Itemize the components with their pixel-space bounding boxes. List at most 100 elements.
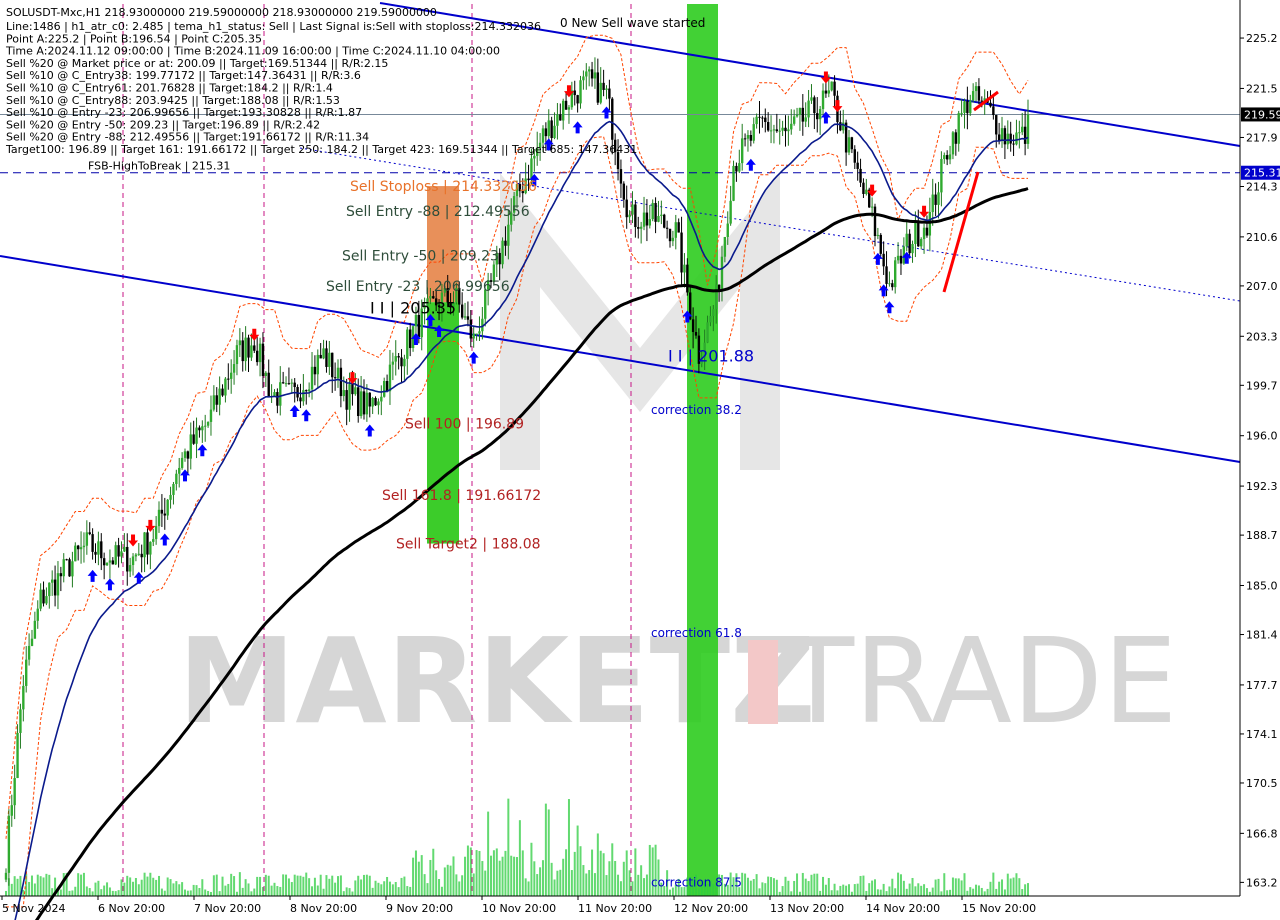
point-c-label: I I | 205.35 [370, 298, 456, 317]
volume-bar [746, 877, 749, 896]
volume-bar [461, 875, 464, 896]
volume-bar [391, 884, 394, 896]
candle-body [331, 352, 334, 378]
volume-bar [94, 882, 97, 896]
candle-body [997, 134, 1001, 141]
candle-body [238, 340, 242, 346]
candle-body [720, 256, 724, 290]
candle-body [576, 95, 579, 104]
candle-body [232, 364, 236, 373]
volume-bar [464, 856, 467, 896]
candle-body [166, 499, 169, 516]
volume-bar [946, 890, 949, 896]
volume-bar [787, 880, 790, 896]
candle-body [810, 97, 813, 101]
volume-bar [550, 862, 553, 896]
volume-bar [917, 883, 920, 896]
candle-body [154, 526, 158, 540]
volume-bar [178, 884, 181, 896]
volume-bar [117, 890, 120, 896]
volume-bar [325, 875, 328, 896]
candle-body [648, 219, 652, 226]
candle-body [590, 69, 594, 79]
volume-bar [801, 872, 804, 896]
candle-body [206, 421, 210, 426]
candle-body [117, 545, 120, 557]
candle-body [934, 194, 937, 205]
volume-bar [839, 885, 842, 896]
volume-bar [553, 879, 556, 896]
candle-body [824, 90, 828, 94]
current-price-tag: 219.59 [1244, 108, 1280, 121]
volume-bar [452, 856, 455, 896]
volume-bar [279, 886, 282, 896]
volume-bar [244, 879, 247, 896]
candle-body [100, 541, 103, 559]
volume-bar [617, 874, 620, 896]
volume-bar [796, 873, 799, 896]
volume-bar [132, 881, 135, 896]
volume-bar [536, 874, 539, 896]
volume-bar [267, 875, 270, 896]
volume-bar [764, 883, 767, 896]
x-tick-label: 15 Nov 20:00 [962, 902, 1036, 915]
candle-body [1006, 133, 1009, 145]
candle-body [62, 559, 65, 577]
volume-bar [371, 887, 374, 896]
candle-body [91, 534, 94, 552]
volume-bar [911, 877, 914, 896]
candle-body [611, 98, 614, 140]
candle-body [891, 283, 894, 288]
volume-bar [412, 857, 415, 896]
x-tick-label: 9 Nov 20:00 [386, 902, 453, 915]
volume-bar [319, 874, 322, 896]
volume-bar [591, 849, 594, 896]
volume-bar [879, 889, 882, 896]
volume-bar [513, 856, 516, 896]
volume-bar [77, 873, 80, 896]
volume-bar [1018, 878, 1021, 896]
candle-body [680, 232, 683, 273]
candle-body [654, 203, 657, 222]
volume-bar [813, 873, 816, 896]
candle-body [463, 316, 467, 318]
candle-body [772, 129, 776, 131]
volume-bar [744, 873, 747, 896]
chart-window[interactable]: MARKETZ TRADE Sell Stoploss | 214.332036 S… [0, 0, 1280, 920]
candle-body [917, 222, 920, 247]
volume-bar [212, 875, 215, 896]
candle-body [712, 309, 715, 316]
candle-body [342, 390, 345, 397]
candle-body [642, 212, 646, 227]
y-tick-label: 199.7 [1246, 379, 1278, 392]
candle-body [250, 345, 253, 358]
candle-body [253, 345, 256, 351]
volume-bar [357, 875, 360, 896]
volume-bar [224, 885, 227, 896]
point-b-label: I I | 201.88 [668, 347, 754, 366]
y-tick-label: 170.5 [1246, 777, 1278, 790]
x-tick-label: 5 Nov 2024 [2, 902, 65, 915]
candle-body [25, 659, 28, 686]
candle-body [925, 227, 929, 236]
candle-body [821, 90, 825, 110]
volume-bar [758, 888, 761, 896]
candle-body [683, 264, 686, 273]
candle-body [645, 212, 649, 226]
candle-body [183, 451, 187, 458]
price-chart[interactable]: MARKETZTRADE Sell Stoploss | 214.332036S… [0, 0, 1280, 920]
candle-body [957, 113, 960, 144]
candle-body [989, 102, 992, 107]
correction-label: correction 61.8 [651, 626, 742, 640]
volume-bar [1001, 879, 1004, 896]
volume-bar [137, 884, 140, 896]
volume-bar [106, 882, 109, 896]
volume-bar [490, 855, 493, 896]
candle-body [625, 199, 628, 218]
correction-label: correction 38.2 [651, 403, 742, 417]
candle-body [948, 154, 952, 160]
candle-body [198, 427, 201, 431]
y-tick-label: 214.3 [1246, 180, 1278, 193]
candle-body [602, 82, 605, 90]
candle-body [977, 86, 981, 101]
